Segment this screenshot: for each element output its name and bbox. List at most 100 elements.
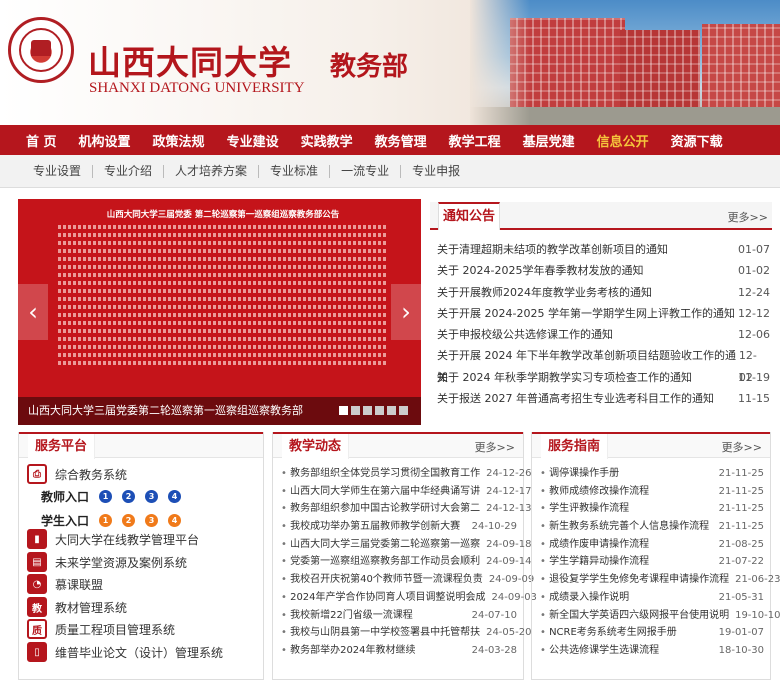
service-guide-panel: 服务指南 更多>> 调停课操作手册21-11-25 教师成绩修改操作流程21-1…	[531, 432, 780, 680]
list-item[interactable]: 成绩作废申请操作流程21-08-25	[540, 536, 764, 554]
nav-practice-teaching[interactable]: 实践教学	[290, 131, 364, 150]
list-item[interactable]: 关于开展 2024-2025 学年第一学期学生网上评教工作的通知 12-12	[437, 303, 770, 324]
student-entry: 学生入口 1 2 3 4	[41, 512, 182, 529]
student-entry-2[interactable]: 2	[122, 514, 136, 527]
list-item[interactable]: 公共选修课学生选课流程18-10-30	[540, 642, 764, 660]
list-item[interactable]: 新全国大学英语四六级网报平台使用说明19-10-10	[540, 607, 780, 625]
nav-info-disclosure[interactable]: 信息公开	[586, 131, 660, 150]
thesis-icon: ▯	[27, 642, 47, 662]
teacher-entry-1[interactable]: 1	[99, 490, 113, 503]
slider-dot[interactable]	[351, 406, 360, 415]
subnav-major-application[interactable]: 专业申报	[401, 164, 471, 178]
dynamics-more-link[interactable]: 更多>>	[475, 439, 515, 455]
nav-home[interactable]: 首 页	[15, 131, 68, 150]
service-link-textbook-system[interactable]: 教教材管理系统	[27, 597, 127, 617]
list-item[interactable]: 退役复学学生免修免考课程申请操作流程21-06-23	[540, 571, 780, 589]
list-item[interactable]: 关于报送 2027 年普通高考招生专业选考科目工作的通知 11-15	[437, 388, 770, 409]
slider-dot[interactable]	[387, 406, 396, 415]
campus-building-photo	[470, 0, 780, 125]
nav-major-construction[interactable]: 专业建设	[216, 131, 290, 150]
teacher-entry-2[interactable]: 2	[122, 490, 136, 503]
slider-dot[interactable]	[399, 406, 408, 415]
service-link-thesis-system[interactable]: ▯ 维普毕业论文（设计）管理系统	[27, 642, 223, 662]
slider-dots	[339, 406, 408, 415]
news-slider[interactable]: 山西大同大学三届党委 第二轮巡察第一巡察组巡察教务部公告 ‹ › 山西大同大学三…	[18, 199, 421, 425]
list-item[interactable]: 调停课操作手册21-11-25	[540, 465, 764, 483]
chevron-right-icon[interactable]: ›	[391, 284, 421, 340]
book-icon: ▤	[27, 552, 47, 572]
university-name-cn: 山西大同大学	[88, 43, 292, 82]
student-entry-4[interactable]: 4	[168, 514, 182, 527]
sub-nav: 专业设置 专业介绍 人才培养方案 专业标准 一流专业 专业申报	[0, 155, 780, 188]
quality-icon: 质	[27, 619, 47, 639]
list-item[interactable]: 我校成功举办第五届教师教学创新大赛24-10-29	[281, 518, 517, 536]
department-title: 教务部	[330, 52, 409, 82]
mooc-icon: ◔	[27, 574, 47, 594]
building-right	[702, 24, 780, 108]
slider-dot[interactable]	[339, 406, 348, 415]
list-item[interactable]: 关于 2024 年秋季学期教学实习专项检查工作的通知 11-19	[437, 367, 770, 388]
list-item[interactable]: 成绩录入操作说明21-05-31	[540, 589, 764, 607]
service-title: 服务平台	[28, 434, 96, 459]
service-link-mooc-union[interactable]: ◔ 慕课联盟	[27, 574, 103, 594]
list-item[interactable]: 我校新增22门省级一流课程24-07-10	[281, 607, 517, 625]
subnav-major-standard[interactable]: 专业标准	[259, 164, 331, 178]
notice-header: 通知公告 更多>>	[430, 202, 772, 230]
university-seal-logo[interactable]	[8, 17, 74, 83]
list-item[interactable]: 2024年产学合作协同育人项目调整说明会成24-09-03	[281, 589, 537, 607]
notice-panel: 通知公告 更多>> 关于清理超期未结项的教学改革创新项目的通知 01-07 关于 …	[430, 202, 772, 426]
header: 山西大同大学 SHANXI DATONG UNIVERSITY 教务部	[0, 0, 780, 125]
seal-emblem	[31, 40, 51, 56]
nav-downloads[interactable]: 资源下载	[660, 131, 734, 150]
notice-list: 关于清理超期未结项的教学改革创新项目的通知 01-07 关于 2024-2025学…	[437, 239, 770, 409]
university-name-en: SHANXI DATONG UNIVERSITY	[89, 80, 305, 96]
list-item[interactable]: 学生学籍异动操作流程21-07-22	[540, 553, 764, 571]
service-header: 服务平台	[19, 432, 263, 459]
list-item[interactable]: 山西大同大学三届党委第二轮巡察第一巡察24-09-18	[281, 536, 531, 554]
notice-title[interactable]: 通知公告	[438, 202, 500, 230]
list-item[interactable]: 党委第一巡察组巡察教务部工作动员会顺利24-09-14	[281, 553, 531, 571]
nav-academic-management[interactable]: 教务管理	[364, 131, 438, 150]
list-item[interactable]: 关于开展 2024 年下半年教学改革创新项目结题验收工作的通知 12-02	[437, 345, 770, 383]
nav-party-building[interactable]: 基层党建	[512, 131, 586, 150]
list-item[interactable]: 关于申报校级公共选修课工作的通知 12-06	[437, 324, 770, 345]
nav-organization[interactable]: 机构设置	[68, 131, 142, 150]
nav-teaching-engineering[interactable]: 教学工程	[438, 131, 512, 150]
teacher-entry-3[interactable]: 3	[145, 490, 159, 503]
photo-fade	[470, 0, 530, 125]
subnav-first-class-major[interactable]: 一流专业	[330, 164, 402, 178]
subnav-major-setup[interactable]: 专业设置	[22, 164, 94, 178]
guide-title: 服务指南	[541, 434, 609, 459]
list-item[interactable]: 学生评教操作流程21-11-25	[540, 500, 764, 518]
list-item[interactable]: 教务部组织参加中国古论教学研讨大会第二24-12-13	[281, 500, 531, 518]
student-entry-3[interactable]: 3	[145, 514, 159, 527]
service-link-future-classroom[interactable]: ▤ 未来学堂资源及案例系统	[27, 552, 187, 572]
subnav-major-intro[interactable]: 专业介绍	[93, 164, 165, 178]
teaching-dynamics-panel: 教学动态 更多>> 教务部组织全体党员学习贯彻全国教育工作24-12-26 山西…	[272, 432, 537, 680]
notice-more-link[interactable]: 更多>>	[728, 209, 768, 225]
guide-more-link[interactable]: 更多>>	[722, 439, 762, 455]
teacher-entry-4[interactable]: 4	[168, 490, 182, 503]
subnav-training-plan[interactable]: 人才培养方案	[164, 164, 260, 178]
list-item[interactable]: 教师成绩修改操作流程21-11-25	[540, 483, 764, 501]
nav-policy[interactable]: 政策法规	[142, 131, 216, 150]
list-item[interactable]: 教务部举办2024年教材继续24-03-28	[281, 642, 517, 660]
chevron-left-icon[interactable]: ‹	[18, 284, 48, 340]
list-item[interactable]: 关于开展教师2024年度教学业务考核的通知 12-24	[437, 282, 770, 303]
list-item[interactable]: 我校召开庆祝第40个教师节暨一流课程负责24-09-09	[281, 571, 534, 589]
list-item[interactable]: 我校与山阴县第一中学校签署县中托管帮扶24-05-20	[281, 624, 531, 642]
list-item[interactable]: NCRE考务系统考生网报手册19-01-07	[540, 624, 764, 642]
service-link-academic-system[interactable]: ⎙ 综合教务系统	[27, 464, 127, 484]
slider-dot[interactable]	[363, 406, 372, 415]
textbook-icon: 教	[27, 597, 47, 617]
list-item[interactable]: 关于 2024-2025学年春季教材发放的通知 01-02	[437, 260, 770, 281]
service-link-online-teaching[interactable]: ▮ 大同大学在线教学管理平台	[27, 529, 199, 549]
student-entry-1[interactable]: 1	[99, 514, 113, 527]
list-item[interactable]: 教务部组织全体党员学习贯彻全国教育工作24-12-26	[281, 465, 531, 483]
building-middle	[620, 30, 700, 108]
list-item[interactable]: 山西大同大学师生在第六届中华经典诵写讲24-12-17	[281, 483, 531, 501]
slider-dot[interactable]	[375, 406, 384, 415]
service-link-quality-project[interactable]: 质质量工程项目管理系统	[27, 619, 175, 639]
list-item[interactable]: 关于清理超期未结项的教学改革创新项目的通知 01-07	[437, 239, 770, 260]
list-item[interactable]: 新生教务系统完善个人信息操作流程21-11-25	[540, 518, 764, 536]
